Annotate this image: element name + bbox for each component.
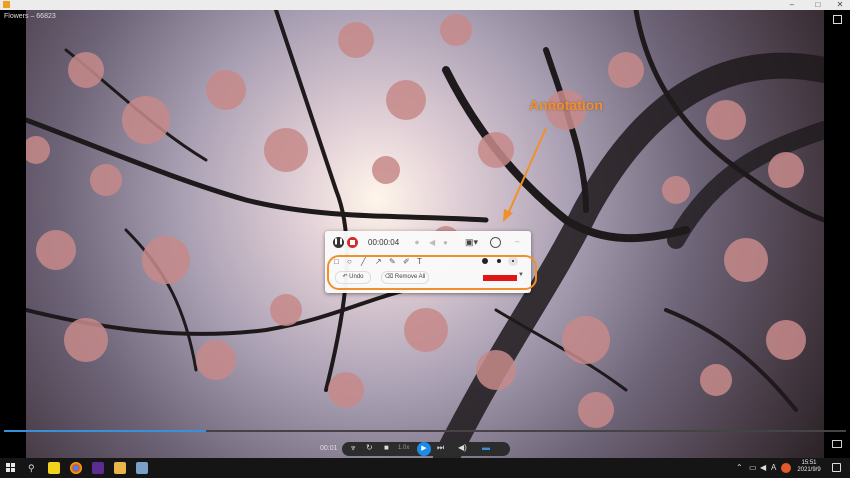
- next-icon[interactable]: ⏭: [437, 443, 444, 453]
- photos-icon[interactable]: [136, 462, 148, 474]
- webcam-icon[interactable]: ⏺: [415, 238, 419, 248]
- volume-tray-icon[interactable]: ◀: [760, 463, 766, 472]
- seek-bar[interactable]: [4, 430, 846, 432]
- search-icon[interactable]: ⚲: [28, 463, 35, 474]
- file-explorer-icon[interactable]: [114, 462, 126, 474]
- start-button-icon[interactable]: [6, 463, 16, 473]
- app-icon: [3, 1, 10, 8]
- annotation-callout-label: Annotation: [529, 97, 603, 113]
- tray-expand-icon[interactable]: ⌃: [736, 463, 743, 472]
- antivirus-tray-icon[interactable]: [781, 463, 791, 473]
- repeat-icon[interactable]: ↻: [366, 443, 373, 452]
- window-titlebar: – □ ✕: [0, 0, 850, 10]
- clock-date: 2021/9/9: [797, 467, 821, 473]
- sticky-notes-icon[interactable]: [48, 462, 60, 474]
- chrome-icon[interactable]: [70, 462, 82, 474]
- recorder-app-icon[interactable]: [92, 462, 104, 474]
- close-button[interactable]: ✕: [832, 0, 848, 10]
- stop-button[interactable]: [347, 237, 358, 248]
- playback-time: 00:01: [320, 445, 338, 452]
- taskbar: ⚲ ⌃ ▭ ◀ A 15:51 2021/9/9: [0, 458, 850, 478]
- microphone-icon[interactable]: ●: [443, 238, 448, 247]
- maximize-button[interactable]: □: [810, 0, 826, 10]
- volume-icon[interactable]: ◀): [458, 443, 467, 452]
- mini-player-icon[interactable]: [832, 440, 842, 448]
- play-button[interactable]: ▶: [417, 442, 431, 456]
- player-controls: 00:01 ⩔ ↻ ■ 1.0x ▶ ⏭ ◀) ▬: [0, 441, 850, 458]
- taskbar-clock[interactable]: 15:51 2021/9/9: [794, 460, 824, 474]
- seek-progress: [4, 430, 207, 432]
- clock-time: 15:51: [801, 460, 817, 466]
- minimize-button[interactable]: –: [784, 0, 800, 10]
- notification-center-icon[interactable]: [832, 463, 841, 472]
- playback-speed[interactable]: 1.0x: [398, 445, 409, 451]
- screenshot-icon[interactable]: ▣▾: [465, 237, 478, 248]
- settings-icon[interactable]: [490, 237, 501, 248]
- speaker-icon[interactable]: ◀: [429, 238, 435, 247]
- stop-playback-icon[interactable]: ■: [384, 443, 389, 452]
- network-icon[interactable]: ▭: [749, 463, 757, 472]
- annotation-highlight-outline: [327, 255, 537, 290]
- recording-timer: 00:00:04: [368, 238, 400, 247]
- pause-button[interactable]: ❚❚: [333, 237, 344, 248]
- volume-level-icon[interactable]: ▬: [482, 443, 490, 452]
- fullscreen-icon[interactable]: [833, 15, 842, 24]
- video-title: Flowers – 66823: [4, 13, 56, 20]
- collapse-icon[interactable]: –: [515, 237, 519, 246]
- ime-indicator[interactable]: A: [771, 463, 776, 472]
- subtitle-icon[interactable]: ⩔: [351, 443, 356, 453]
